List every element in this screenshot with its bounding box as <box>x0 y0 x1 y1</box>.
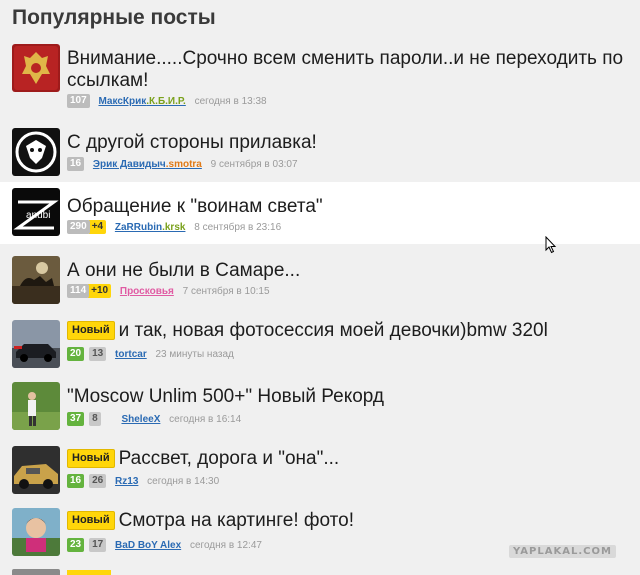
post-time: сегодня в 12:47 <box>189 539 262 551</box>
post-title[interactable]: С другой стороны прилавка! <box>67 132 317 154</box>
post-thumbnail[interactable] <box>12 44 60 92</box>
post-item[interactable]: Внимание.....Срочно всем сменить пароли.… <box>0 40 640 110</box>
post-author[interactable]: tortcar <box>115 349 147 360</box>
post-author[interactable]: SheleeX <box>121 414 160 425</box>
page-title: Популярные посты <box>12 6 216 29</box>
mouse-pointer-icon <box>545 235 557 259</box>
post-title[interactable]: Новый и так, новая фотосессия моей девочк… <box>67 320 548 342</box>
post-thumbnail[interactable] <box>12 446 60 494</box>
post-thumbnail[interactable] <box>12 128 60 176</box>
post-meta: 114 +10 Просковья 7 сентября в 10:15 <box>67 284 270 298</box>
post-time: 9 сентября в 03:07 <box>210 158 298 170</box>
comment-count[interactable]: 20 <box>67 347 85 361</box>
post-meta: 107 МаксКрик.К.Б.И.Р. сегодня в 13:38 <box>67 94 267 108</box>
comment-count[interactable]: 290 <box>67 220 90 234</box>
post-item[interactable]: С другой стороны прилавка! 16 Эрик Давид… <box>0 124 640 180</box>
post-author[interactable]: BaD BoY Alex <box>115 540 181 551</box>
thumbnail-text: anubi <box>26 210 50 221</box>
post-item[interactable]: anubi Обращение к "воинам света" 290 +4 Z… <box>0 182 640 244</box>
post-author[interactable]: Просковья <box>120 286 174 297</box>
post-author[interactable]: Эрик Давидыч.smotra <box>93 159 202 170</box>
post-thumbnail[interactable] <box>12 508 60 556</box>
post-thumbnail[interactable]: anubi <box>12 188 60 236</box>
comment-count[interactable]: 107 <box>67 94 90 108</box>
comment-count[interactable]: 23 <box>67 538 85 552</box>
site-watermark: YAPLAKAL.COM <box>509 545 616 558</box>
post-item[interactable]: А они не были в Самаре... 114 +10 Просков… <box>0 250 640 306</box>
post-title-text[interactable]: Смотра на картинге! фото! <box>119 510 354 531</box>
post-title[interactable]: Обращение к "воинам света" <box>67 196 323 218</box>
post-title-text[interactable]: Рассвет, дорога и "она"... <box>119 448 340 469</box>
post-title[interactable]: "Moscow Unlim 500+" Новый Рекорд <box>67 386 384 408</box>
post-time: сегодня в 14:30 <box>147 475 220 487</box>
post-meta: 20 13 tortcar 23 минуты назад <box>67 347 234 361</box>
next-post-thumbnail <box>12 569 60 575</box>
comment-count[interactable]: 114 <box>67 284 90 298</box>
post-meta: 16 26 Rz13 сегодня в 14:30 <box>67 474 219 488</box>
post-meta: 16 Эрик Давидыч.smotra 9 сентября в 03:0… <box>67 157 298 171</box>
new-badge: Новый <box>67 449 115 468</box>
post-author[interactable]: Rz13 <box>115 476 138 487</box>
post-author[interactable]: ZaRRubin.krsk <box>115 222 186 233</box>
post-title[interactable]: Новый Смотра на картинге! фото! <box>67 510 354 532</box>
comment-count[interactable]: 16 <box>67 474 85 488</box>
new-badge: Новый <box>67 511 115 530</box>
post-time: сегодня в 13:38 <box>194 95 267 107</box>
post-time: 7 сентября в 10:15 <box>182 285 270 297</box>
comment-count[interactable]: 16 <box>67 157 85 171</box>
post-author[interactable]: МаксКрик.К.Б.И.Р. <box>98 96 185 107</box>
post-meta: 37 8 SheleeX сегодня в 16:14 <box>67 412 241 426</box>
post-time: 23 минуты назад <box>155 348 234 360</box>
new-comment-count[interactable]: 13 <box>89 347 107 361</box>
post-title-text[interactable]: и так, новая фотосессия моей девочки)bmw… <box>119 320 548 341</box>
post-item[interactable]: Новый Рассвет, дорога и "она"... 16 26 Rz1… <box>0 442 640 498</box>
post-thumbnail[interactable] <box>12 382 60 430</box>
post-item[interactable]: "Moscow Unlim 500+" Новый Рекорд 37 8 She… <box>0 378 640 434</box>
rating-plus: +10 <box>88 284 112 298</box>
next-post-new-badge <box>67 570 111 575</box>
new-comment-count[interactable]: 8 <box>89 412 101 426</box>
new-comment-count[interactable]: 17 <box>89 538 107 552</box>
post-title[interactable]: А они не были в Самаре... <box>67 260 300 282</box>
comment-count[interactable]: 37 <box>67 412 85 426</box>
post-thumbnail[interactable] <box>12 320 60 368</box>
post-meta: 23 17 BaD BoY Alex сегодня в 12:47 <box>67 538 262 552</box>
post-thumbnail[interactable] <box>12 256 60 304</box>
post-time: 8 сентября в 23:16 <box>194 221 282 233</box>
new-comment-count[interactable]: 26 <box>89 474 107 488</box>
post-item[interactable]: Новый и так, новая фотосессия моей девочк… <box>0 314 640 370</box>
rating-plus: +4 <box>88 220 107 234</box>
post-meta: 290 +4 ZaRRubin.krsk 8 сентября в 23:16 <box>67 220 281 234</box>
post-title[interactable]: Новый Рассвет, дорога и "она"... <box>67 448 339 470</box>
post-title[interactable]: Внимание.....Срочно всем сменить пароли.… <box>67 48 632 92</box>
new-badge: Новый <box>67 321 115 340</box>
post-time: сегодня в 16:14 <box>169 413 242 425</box>
